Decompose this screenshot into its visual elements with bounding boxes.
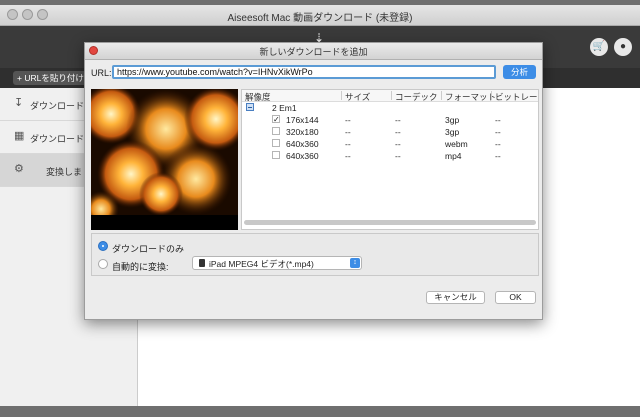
- downloaded-list-icon: ▦: [14, 130, 25, 142]
- window-bottom-edge: [0, 406, 640, 417]
- fireworks-image: [91, 89, 238, 230]
- cell-bitrate: --: [495, 115, 501, 125]
- table-row[interactable]: 320x180 -- -- 3gp --: [242, 126, 538, 138]
- cell-resolution: 176x144: [286, 115, 319, 125]
- url-input[interactable]: https://www.youtube.com/watch?v=IHNvXikW…: [112, 65, 496, 79]
- cell-bitrate: --: [495, 139, 501, 149]
- output-format-select[interactable]: iPad MPEG4 ビデオ(*.mp4) ↕: [192, 256, 362, 270]
- cell-size: --: [345, 139, 351, 149]
- url-label: URL:: [91, 68, 112, 78]
- row-checkbox[interactable]: [272, 127, 280, 135]
- analyze-button[interactable]: 分析: [503, 65, 536, 79]
- cell-bitrate: --: [495, 151, 501, 161]
- chevron-updown-icon: ↕: [350, 258, 360, 268]
- paste-url-button[interactable]: + URLを貼り付け: [13, 71, 87, 85]
- dialog-titlebar: 新しいダウンロードを追加: [85, 43, 542, 60]
- column-divider: [491, 91, 492, 100]
- cell-codec: --: [395, 151, 401, 161]
- collapse-toggle-icon[interactable]: [246, 103, 254, 111]
- format-list: 解像度 サイズ コーデック フォーマット ビットレー 2 Em1 ✓ 176x1…: [241, 89, 539, 230]
- cell-size: --: [345, 115, 351, 125]
- output-format-value: iPad MPEG4 ビデオ(*.mp4): [209, 259, 314, 269]
- table-row[interactable]: ✓ 176x144 -- -- 3gp --: [242, 114, 538, 126]
- group-label: 2 Em1: [272, 103, 297, 113]
- cell-format: webm: [445, 139, 468, 149]
- cell-codec: --: [395, 115, 401, 125]
- group-row[interactable]: 2 Em1: [242, 102, 538, 114]
- cell-format: 3gp: [445, 115, 460, 125]
- main-titlebar: Aiseesoft Mac 動画ダウンロード (未登録): [0, 5, 640, 26]
- cell-size: --: [345, 151, 351, 161]
- table-row[interactable]: 640x360 -- -- webm --: [242, 138, 538, 150]
- cell-format: mp4: [445, 151, 462, 161]
- horizontal-scrollbar[interactable]: [244, 220, 536, 225]
- column-divider: [341, 91, 342, 100]
- download-only-label[interactable]: ダウンロードのみ: [112, 242, 184, 255]
- convert-gear-icon: ⚙: [14, 163, 24, 175]
- column-divider: [441, 91, 442, 100]
- cell-format: 3gp: [445, 127, 460, 137]
- column-divider: [391, 91, 392, 100]
- cart-icon[interactable]: 🛒: [590, 38, 608, 56]
- download-icon: ↧: [14, 97, 24, 109]
- dialog-title: 新しいダウンロードを追加: [259, 47, 368, 57]
- row-checkbox[interactable]: ✓: [272, 115, 280, 124]
- ipad-device-icon: [199, 259, 205, 267]
- row-checkbox[interactable]: [272, 139, 280, 147]
- auto-convert-label[interactable]: 自動的に変換:: [112, 260, 169, 273]
- cell-codec: --: [395, 127, 401, 137]
- auto-convert-radio[interactable]: [98, 259, 108, 269]
- row-checkbox[interactable]: [272, 151, 280, 159]
- cell-resolution: 640x360: [286, 151, 319, 161]
- app-title: Aiseesoft Mac 動画ダウンロード (未登録): [227, 13, 413, 24]
- cell-size: --: [345, 127, 351, 137]
- cancel-button[interactable]: キャンセル: [426, 291, 485, 304]
- ok-button[interactable]: OK: [495, 291, 536, 304]
- cell-resolution: 320x180: [286, 127, 319, 137]
- cell-bitrate: --: [495, 127, 501, 137]
- add-download-dialog: 新しいダウンロードを追加 URL: https://www.youtube.co…: [84, 42, 543, 320]
- video-thumbnail: [91, 89, 238, 230]
- cell-resolution: 640x360: [286, 139, 319, 149]
- download-options-panel: ダウンロードのみ 自動的に変換: iPad MPEG4 ビデオ(*.mp4) ↕: [91, 233, 539, 276]
- cell-codec: --: [395, 139, 401, 149]
- account-icon[interactable]: ●: [614, 38, 632, 56]
- table-row[interactable]: 640x360 -- -- mp4 --: [242, 150, 538, 162]
- download-only-radio[interactable]: [98, 241, 108, 251]
- format-list-header: 解像度 サイズ コーデック フォーマット ビットレー: [242, 90, 538, 102]
